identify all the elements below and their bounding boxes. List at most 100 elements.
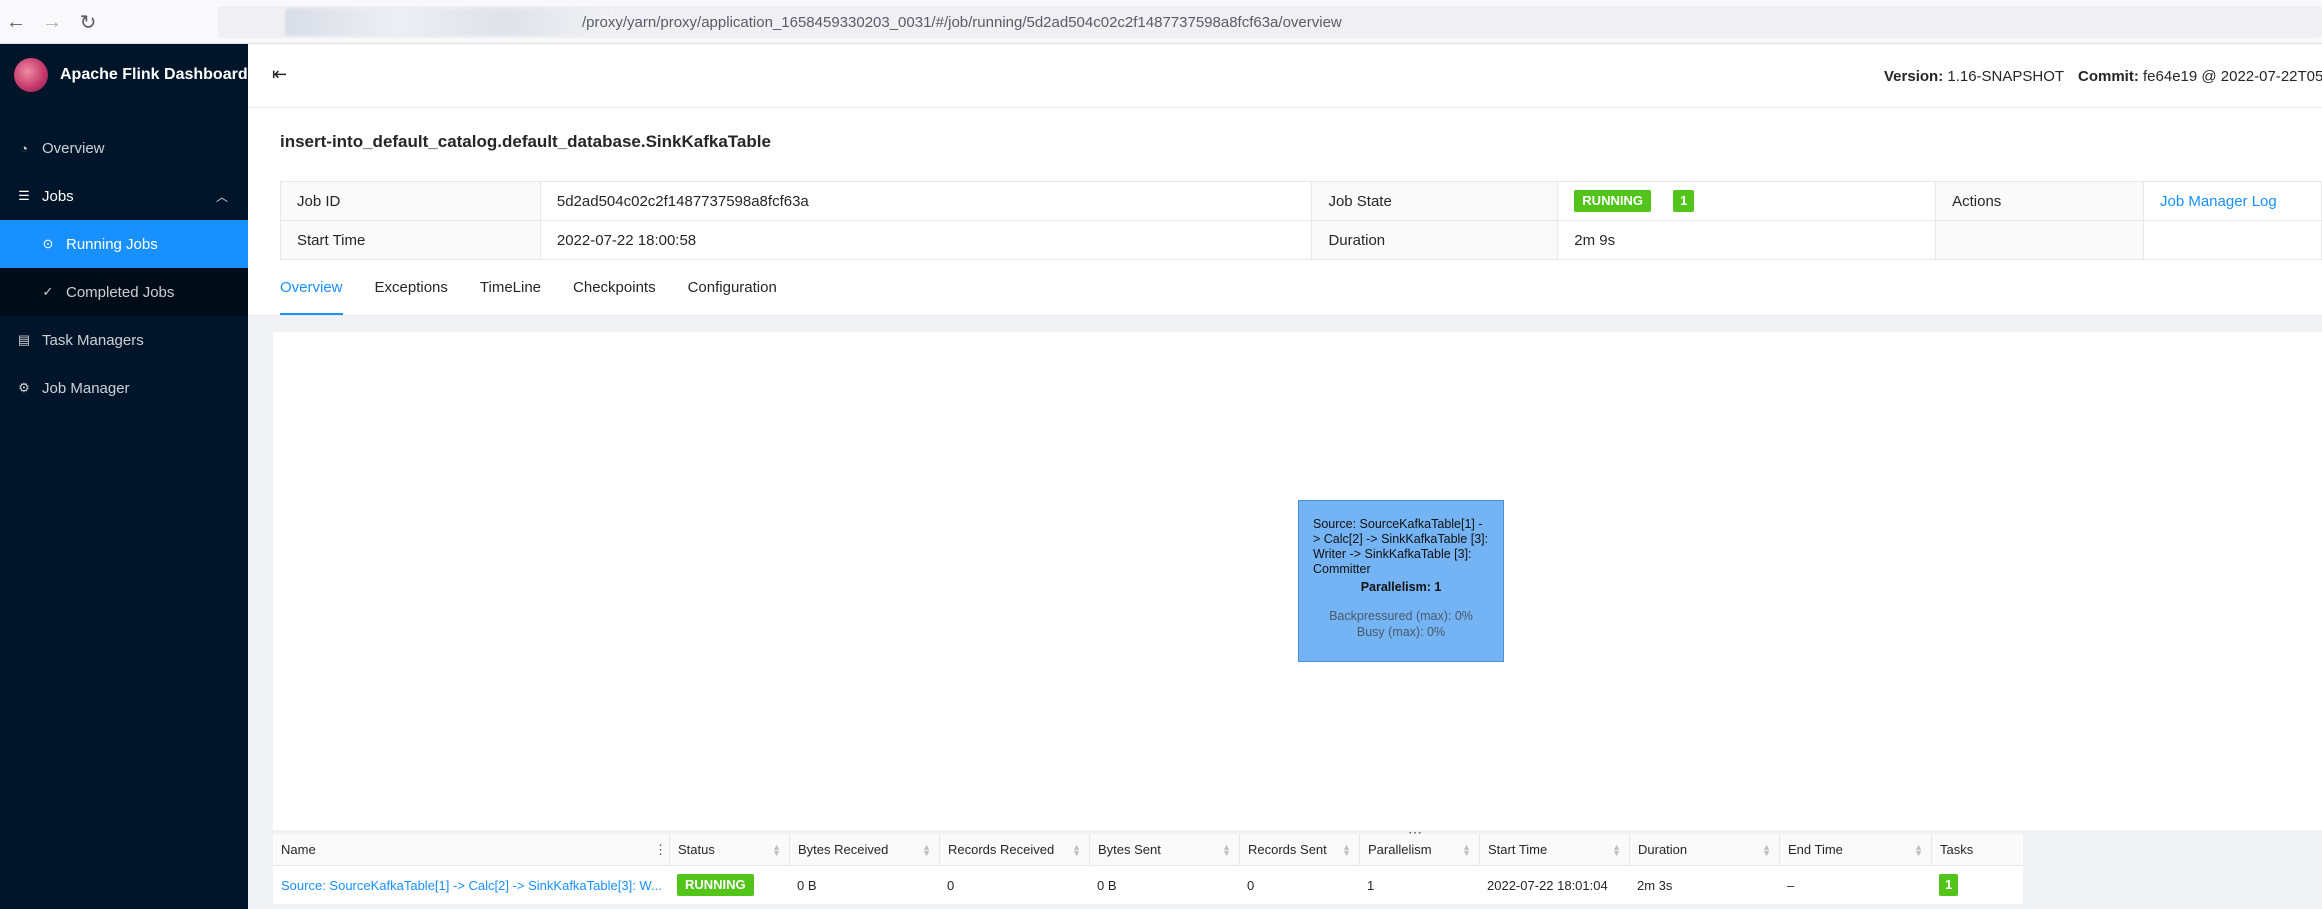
- column-header[interactable]: Start Time ▲ ▼: [1479, 834, 1629, 865]
- actions-cell: Job Manager Log: [2142, 181, 2322, 221]
- column-header[interactable]: Status ▲ ▼: [669, 834, 789, 865]
- url-text[interactable]: /proxy/yarn/proxy/application_1658459330…: [582, 14, 1342, 31]
- job-manager-log-link[interactable]: Job Manager Log: [2160, 193, 2277, 210]
- version-label: Version:: [1884, 68, 1944, 85]
- vertex-status: RUNNING: [669, 866, 789, 904]
- tab-configuration[interactable]: Configuration: [688, 279, 777, 315]
- job-id-label: Job ID: [280, 181, 541, 221]
- sidebar-item-overview[interactable]: ◔ Overview: [0, 124, 248, 172]
- column-header: Name ⋮: [281, 841, 667, 858]
- sidebar-item-job-manager[interactable]: ⚙ Job Manager: [0, 364, 248, 412]
- job-id-value: 5d2ad504c02c2f1487737598a8fcf63a: [539, 181, 1313, 221]
- node-parallelism: Parallelism: 1: [1360, 580, 1442, 594]
- column-header[interactable]: Duration ▲ ▼: [1629, 834, 1779, 865]
- job-state-cell: RUNNING 1: [1557, 181, 1937, 221]
- column-header[interactable]: Bytes Sent ▲ ▼: [1089, 834, 1239, 865]
- duration: 2m 3s: [1637, 877, 1673, 893]
- flink-logo-icon: [14, 58, 48, 92]
- column-header[interactable]: Records Sent ▲ ▼: [1239, 834, 1359, 865]
- version-value: 1.16-SNAPSHOT: [1947, 68, 2065, 85]
- tab-timeline[interactable]: TimeLine: [480, 279, 541, 315]
- commit-info: Commit: fe64e19 @ 2022-07-22T05: [2078, 68, 2322, 85]
- redacted-host: [285, 8, 615, 36]
- job-tabs: Overview Exceptions TimeLine Checkpoints…: [280, 279, 809, 315]
- task-count-badge: 1: [1939, 874, 1959, 896]
- records-received: 0: [947, 877, 955, 893]
- column-header[interactable]: Bytes Received ▲ ▼: [789, 834, 939, 865]
- start-time: 2022-07-22 18:01:04: [1487, 877, 1608, 893]
- top-header: ⇤ Version: 1.16-SNAPSHOT Commit: fe64e19…: [248, 44, 2322, 108]
- status-badge: RUNNING: [677, 874, 754, 896]
- resize-icon[interactable]: ⋮: [654, 842, 667, 858]
- sort-icon: ▲ ▼: [1342, 842, 1351, 858]
- sort-icon: ▲ ▼: [1222, 842, 1231, 858]
- job-graph-node[interactable]: Source: SourceKafkaTable[1] -> Calc[2] -…: [1298, 500, 1504, 662]
- dashboard-icon: ◔: [20, 140, 28, 156]
- sort-icon: ▲ ▼: [772, 842, 781, 858]
- duration-value: 2m 9s: [1557, 220, 1937, 260]
- chevron-up-icon: ︿: [215, 189, 228, 204]
- job-title: insert-into_default_catalog.default_data…: [280, 132, 771, 151]
- sidebar-item-running-jobs[interactable]: ⊙ Running Jobs: [0, 220, 248, 268]
- commit-label: Commit:: [2078, 68, 2139, 85]
- back-icon[interactable]: ←: [4, 10, 28, 34]
- parallelism: 1: [1367, 877, 1375, 893]
- vertex-name-link[interactable]: Source: SourceKafkaTable[1] -> Calc[2] -…: [273, 866, 669, 904]
- sidebar-item-label: Completed Jobs: [66, 283, 175, 301]
- list-icon: ☰: [18, 188, 30, 203]
- job-info-table: Job ID 5d2ad504c02c2f1487737598a8fcf63a …: [280, 181, 2322, 260]
- column-header: Tasks: [1931, 834, 2023, 865]
- reload-icon[interactable]: ↻: [76, 10, 100, 34]
- sort-icon: ▲ ▼: [922, 842, 931, 858]
- duration-label: Duration: [1311, 220, 1559, 260]
- node-metrics: Backpressured (max): 0% Busy (max): 0%: [1313, 608, 1489, 640]
- play-circle-icon: ⊙: [42, 236, 54, 251]
- sidebar-item-completed-jobs[interactable]: ✓ Completed Jobs: [0, 268, 248, 316]
- tab-exceptions[interactable]: Exceptions: [375, 279, 448, 315]
- sort-icon: ▲ ▼: [1612, 842, 1621, 858]
- start-time-value: 2022-07-22 18:00:58: [539, 220, 1313, 260]
- sidebar-item-task-managers[interactable]: ▤ Task Managers: [0, 316, 248, 364]
- end-time: –: [1787, 877, 1795, 893]
- column-header[interactable]: Parallelism ▲ ▼: [1359, 834, 1479, 865]
- node-backpressure: Backpressured (max): 0%: [1329, 609, 1473, 623]
- sidebar-item-label: Jobs: [42, 187, 74, 205]
- tab-overview[interactable]: Overview: [280, 279, 343, 315]
- sort-icon: ▲ ▼: [1914, 842, 1923, 858]
- table-row[interactable]: Source: SourceKafkaTable[1] -> Calc[2] -…: [273, 866, 2023, 904]
- vertices-table: Name ⋮ Status ▲ ▼ Bytes Received ▲ ▼ Records …: [273, 834, 2023, 904]
- sort-icon: ▲ ▼: [1762, 842, 1771, 858]
- empty-cell: [2142, 220, 2322, 260]
- sidebar-item-label: Overview: [42, 139, 105, 157]
- sidebar-item-label: Job Manager: [42, 379, 130, 397]
- tasks: 1: [1931, 866, 2023, 904]
- column-header[interactable]: Records Received ▲ ▼: [939, 834, 1089, 865]
- logo[interactable]: Apache Flink Dashboard: [14, 58, 248, 92]
- column-header[interactable]: End Time ▲ ▼: [1779, 834, 1931, 865]
- app-title: Apache Flink Dashboard: [60, 66, 248, 83]
- menu-fold-icon[interactable]: ⇤: [272, 64, 287, 85]
- forward-icon[interactable]: →: [40, 10, 64, 34]
- table-header: Name ⋮ Status ▲ ▼ Bytes Received ▲ ▼ Records …: [273, 834, 2023, 866]
- actions-label: Actions: [1935, 181, 2144, 221]
- node-busy: Busy (max): 0%: [1356, 625, 1446, 639]
- browser-toolbar: ← → ↻ ⛉ 🔒︎ /proxy/yarn/proxy/application…: [0, 0, 2322, 44]
- check-circle-icon: ✓: [42, 284, 54, 299]
- tab-checkpoints[interactable]: Checkpoints: [573, 279, 656, 315]
- status-badge: RUNNING: [1574, 190, 1651, 212]
- build-icon: ⚙: [18, 380, 30, 395]
- sidebar-item-jobs[interactable]: ☰ Jobs ︿: [0, 172, 248, 220]
- commit-value: fe64e19 @ 2022-07-22T05: [2143, 68, 2322, 85]
- records-sent: 0: [1247, 877, 1255, 893]
- start-time-label: Start Time: [280, 220, 541, 260]
- version-info: Version: 1.16-SNAPSHOT: [1884, 68, 2064, 85]
- schedule-icon: ▤: [17, 332, 31, 347]
- sort-icon: ▲ ▼: [1072, 842, 1081, 858]
- sidebar-item-label: Task Managers: [42, 331, 144, 349]
- node-name: Source: SourceKafkaTable[1] -> Calc[2] -…: [1313, 517, 1489, 576]
- task-count-badge: 1: [1673, 190, 1695, 212]
- sidebar-item-label: Running Jobs: [66, 235, 158, 253]
- sidebar: Apache Flink Dashboard ◔ Overview ☰ Jobs…: [0, 44, 248, 909]
- empty-cell: [1935, 220, 2144, 260]
- bytes-received: 0 B: [797, 877, 817, 893]
